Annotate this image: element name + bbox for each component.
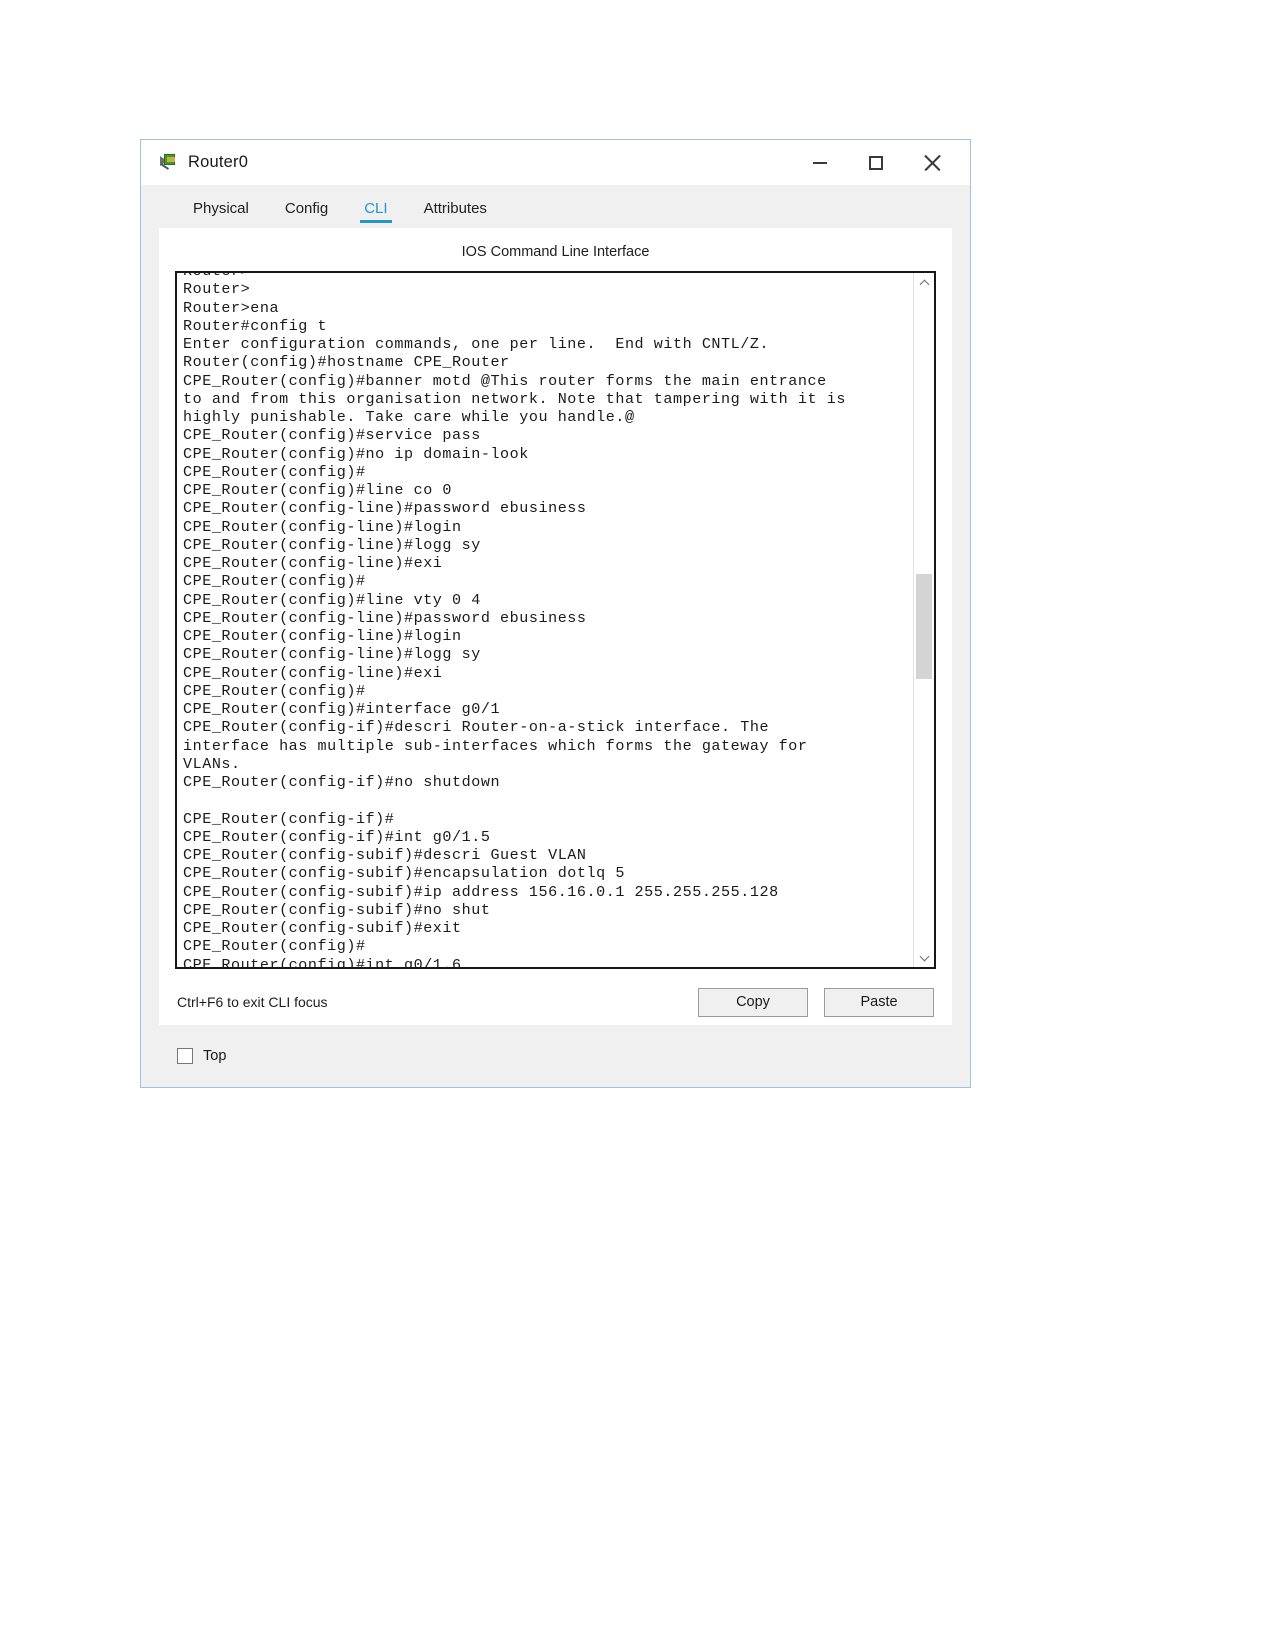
terminal-line: CPE_Router(config)# (183, 681, 366, 700)
tabstrip: Physical Config CLI Attributes (159, 186, 952, 228)
terminal-line: CPE_Router(config-line)#login (183, 627, 462, 645)
terminal-line: Router>ena (183, 298, 280, 317)
window-body: Physical Config CLI Attributes IOS Comma… (141, 186, 970, 1087)
chevron-up-icon (919, 279, 929, 289)
scrollbar-thumb[interactable] (916, 574, 932, 680)
terminal-line: VLANs. (183, 754, 241, 773)
cli-focus-hint: Ctrl+F6 to exit CLI focus (177, 994, 328, 1010)
top-checkbox[interactable] (177, 1048, 193, 1064)
scroll-up-button[interactable] (914, 273, 934, 293)
terminal-output[interactable]: Router>Router>Router>enaRouter#config tE… (177, 273, 913, 967)
terminal-line: CPE_Router(config)# (183, 937, 366, 956)
copy-button[interactable]: Copy (698, 987, 808, 1017)
cli-panel: IOS Command Line Interface Router> Router… (159, 228, 952, 1025)
tab-config[interactable]: Config (267, 200, 346, 228)
terminal-line: CPE_Router(config-subif)#descri Guest VL… (183, 846, 587, 864)
terminal-line: interface has multiple sub-interfaces wh… (183, 736, 808, 755)
terminal-line: CPE_Router(config-subif)#no shut (183, 900, 491, 919)
terminal-line: CPE_Router(config)# (183, 572, 366, 591)
minimize-button[interactable] (792, 141, 848, 185)
terminal-container: Router>Router>Router>enaRouter#config tE… (175, 271, 936, 969)
paste-button[interactable]: Paste (824, 987, 934, 1017)
router-device-icon (158, 153, 178, 173)
scroll-down-button[interactable] (914, 947, 934, 967)
terminal-line: CPE_Router(config)#line co 0 (183, 481, 453, 499)
maximize-button[interactable] (848, 141, 904, 185)
terminal-line: CPE_Router(config-line)#exi (183, 554, 443, 572)
terminal-line: CPE_Router(config-line)#exi (183, 663, 443, 682)
terminal-line: CPE_Router(config-if)#no shutdown (183, 773, 501, 791)
terminal-line: CPE_Router(config)#banner motd @This rou… (183, 371, 827, 390)
terminal-line: CPE_Router(config-if)# (183, 809, 395, 828)
window-title: Router0 (188, 153, 249, 171)
terminal-line: CPE_Router(config)# (183, 462, 366, 481)
terminal-line: CPE_Router(config-if)#descri Router-on-a… (183, 718, 770, 737)
window-titlebar: Router0 (141, 140, 970, 186)
terminal-line: CPE_Router(config-subif)#exit (183, 919, 462, 937)
terminal-line: CPE_Router(config)#interface g0/1 (183, 700, 501, 718)
terminal-line: CPE_Router(config-if)#int g0/1.5 (183, 827, 491, 846)
terminal-line: CPE_Router(config)#service pass (183, 426, 481, 445)
terminal-line: CPE_Router(config-line)#password ebusine… (183, 499, 587, 518)
terminal-scrollbar[interactable] (913, 273, 934, 967)
top-checkbox-label: Top (203, 1048, 227, 1064)
terminal-line: CPE_Router(config-subif)#ip address 156.… (183, 882, 779, 901)
minimize-icon (813, 161, 827, 164)
window-bottom-bar: Top (159, 1025, 952, 1087)
terminal-line: highly punishable. Take care while you h… (183, 408, 635, 426)
router-cli-window: Router0 Physical Config CLI Attributes I… (140, 139, 971, 1088)
scrollbar-track[interactable] (914, 293, 934, 947)
top-checkbox-row[interactable]: Top (177, 1048, 226, 1064)
terminal-line: CPE_Router(config-line)#password ebusine… (183, 608, 587, 627)
terminal-line: CPE_Router(config-line)#logg sy (183, 645, 481, 664)
terminal-line: CPE_Router(config)#no ip domain-look (183, 444, 529, 463)
terminal-line: Router(config)#hostname CPE_Router (183, 353, 510, 372)
tab-physical[interactable]: Physical (175, 200, 267, 228)
terminal-line: to and from this organisation network. N… (183, 389, 846, 408)
screenshot-page: Router0 Physical Config CLI Attributes I… (0, 0, 1275, 1651)
terminal-line: Router> (183, 280, 251, 299)
chevron-down-icon (919, 951, 929, 961)
terminal-line: CPE_Router(config)#int g0/1.6 (183, 955, 462, 968)
terminal-line: CPE_Router(config)#line vty 0 4 (183, 590, 481, 609)
terminal-line: Router#config t (183, 316, 328, 335)
terminal-line: Enter configuration commands, one per li… (183, 335, 770, 353)
tab-cli[interactable]: CLI (346, 200, 405, 228)
terminal-line: CPE_Router(config-line)#login (183, 517, 462, 536)
terminal-text: Router>Router>Router>enaRouter#config tE… (183, 273, 913, 967)
terminal-line: CPE_Router(config-line)#logg sy (183, 535, 481, 554)
terminal-line: Router> (183, 273, 913, 280)
cli-heading: IOS Command Line Interface (461, 244, 650, 260)
close-icon (923, 154, 941, 172)
terminal-line: CPE_Router(config-subif)#encapsulation d… (183, 864, 625, 883)
tab-attributes[interactable]: Attributes (406, 200, 505, 228)
close-button[interactable] (904, 141, 960, 185)
maximize-icon (869, 155, 883, 170)
